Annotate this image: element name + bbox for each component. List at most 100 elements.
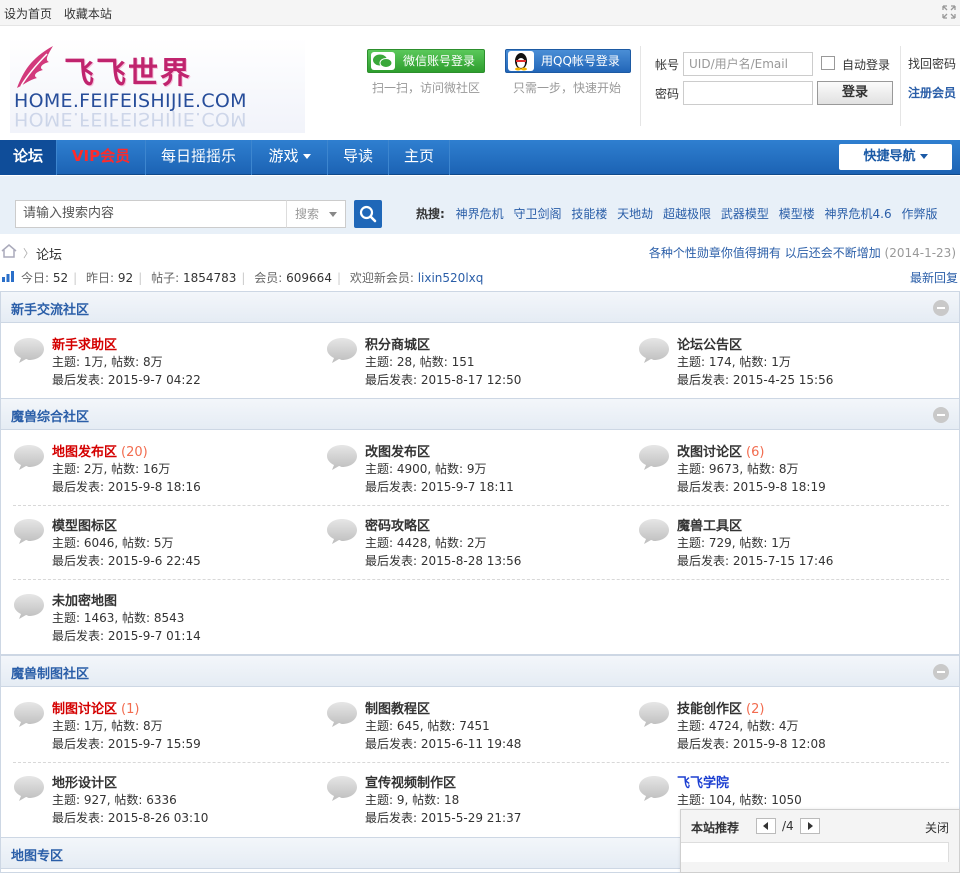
group-title[interactable]: 魔兽综合社区	[11, 406, 89, 425]
forum-item[interactable]: 地图发布区 (20) 主题: 2万, 帖数: 16万 最后发表: 2015-9-8 1…	[12, 441, 312, 501]
row-divider	[13, 579, 949, 580]
group-title[interactable]: 新手交流社区	[11, 299, 89, 318]
forum-item[interactable]: 宣传视频制作区 主题: 9, 帖数: 18 最后发表: 2015-5-29 21:3…	[325, 772, 625, 832]
forum-name[interactable]: 新手求助区	[52, 334, 117, 353]
hot-search-word[interactable]: 守卫剑阁	[513, 207, 561, 221]
forum-name[interactable]: 未加密地图	[52, 590, 117, 609]
auto-login-label[interactable]: 自动登录	[842, 56, 890, 73]
wechat-login-button[interactable]: 微信账号登录	[367, 49, 485, 73]
hot-search-word[interactable]: 模型楼	[779, 207, 815, 221]
forum-item[interactable]: 改图发布区 主题: 4900, 帖数: 9万 最后发表: 2015-9-7 18:1…	[325, 441, 625, 501]
forum-name[interactable]: 宣传视频制作区	[365, 772, 456, 791]
forum-name[interactable]: 改图讨论区 (6)	[677, 441, 764, 460]
forum-name[interactable]: 技能创作区 (2)	[677, 698, 764, 717]
hot-search-word[interactable]: 天地劫	[617, 207, 653, 221]
next-button[interactable]	[800, 818, 820, 834]
hot-search-word[interactable]: 作弊版	[901, 207, 937, 221]
hot-search-word[interactable]: 技能楼	[571, 207, 607, 221]
set-homepage-link[interactable]: 设为首页	[4, 7, 52, 21]
popup-close-button[interactable]: 关闭	[925, 819, 949, 836]
breadcrumb-current[interactable]: 论坛	[36, 244, 62, 263]
search-button[interactable]	[354, 200, 382, 228]
forum-item[interactable]: 制图教程区主题: 645, 帖数: 7451 最后发表: 2015-6-11 19…	[325, 698, 625, 758]
forum-last-post[interactable]: 最后发表: 2015-9-8 18:19	[677, 478, 826, 495]
hot-search-word[interactable]: 超越极限	[663, 207, 711, 221]
forum-item[interactable]: 积分商城区 主题: 28, 帖数: 151 最后发表: 2015-8-17 12:5…	[325, 334, 625, 394]
prev-button[interactable]	[756, 818, 776, 834]
forum-name[interactable]: 飞飞学院	[677, 772, 729, 791]
forum-name[interactable]: 魔兽工具区	[677, 515, 742, 534]
forum-item[interactable]: 技能创作区 (2) 主题: 4724, 帖数: 4万 最后发表: 2015-9-8 1…	[637, 698, 937, 758]
forum-name[interactable]: 地图发布区 (20)	[52, 441, 148, 460]
announcement[interactable]: 各种个性勋章你值得拥有 以后还会不断增加 (2014-1-23)	[649, 244, 956, 261]
forum-item[interactable]: 制图讨论区 (1) 主题: 1万, 帖数: 8万 最后发表: 2015-9-7 15:…	[12, 698, 312, 758]
forum-last-post[interactable]: 最后发表: 2015-9-7 04:22	[52, 371, 201, 388]
nav-home[interactable]: 主页	[389, 140, 450, 175]
hot-search-word[interactable]: 武器模型	[721, 207, 769, 221]
forum-item[interactable]: 新手求助区 主题: 1万, 帖数: 8万 最后发表: 2015-9-7 04:22	[12, 334, 312, 394]
search-icon	[359, 205, 377, 223]
group-title[interactable]: 魔兽制图社区	[11, 663, 89, 682]
forum-stats: 主题: 645, 帖数: 7451	[365, 719, 490, 733]
password-input[interactable]	[683, 81, 813, 105]
stat-posts-label: 帖子:	[151, 271, 180, 285]
stat-today-label: 今日:	[21, 271, 50, 285]
forum-item[interactable]: 论坛公告区 主题: 174, 帖数: 1万 最后发表: 2015-4-25 15:5…	[637, 334, 937, 394]
register-link[interactable]: 注册会员	[908, 84, 956, 101]
forum-last-post[interactable]: 最后发表: 2015-8-26 03:10	[52, 809, 208, 826]
collapse-icon[interactable]	[933, 300, 949, 316]
forum-name[interactable]: 制图教程区	[365, 698, 430, 717]
home-icon[interactable]	[1, 244, 17, 258]
collapse-icon[interactable]	[933, 664, 949, 680]
forum-last-post[interactable]: 最后发表: 2015-5-29 21:37	[365, 809, 521, 826]
forum-item[interactable]: 改图讨论区 (6) 主题: 9673, 帖数: 8万 最后发表: 2015-9-8 1…	[637, 441, 937, 501]
collapse-icon[interactable]	[933, 407, 949, 423]
forum-last-post[interactable]: 最后发表: 2015-9-6 22:45	[52, 552, 201, 569]
forum-name[interactable]: 制图讨论区 (1)	[52, 698, 139, 717]
forum-last-post[interactable]: 最后发表: 2015-8-17 12:50	[365, 371, 521, 388]
forum-last-post[interactable]: 最后发表: 2015-8-28 13:56	[365, 552, 521, 569]
forum-item[interactable]: 地形设计区 主题: 927, 帖数: 6336 最后发表: 2015-8-26 03…	[12, 772, 312, 832]
quick-nav-button[interactable]: 快捷导航	[839, 144, 952, 170]
forum-bubble-icon	[14, 445, 44, 470]
search-type-select[interactable]: 搜索	[286, 200, 346, 228]
new-member-link[interactable]: lixin520lxq	[418, 271, 484, 285]
login-button[interactable]: 登录	[817, 81, 893, 105]
auto-login-checkbox[interactable]	[821, 56, 835, 70]
nav-daily-shake[interactable]: 每日摇摇乐	[146, 140, 252, 175]
forgot-password-link[interactable]: 找回密码	[908, 55, 956, 72]
forum-item[interactable]: 魔兽工具区 主题: 729, 帖数: 1万 最后发表: 2015-7-15 17:4…	[637, 515, 937, 575]
forum-last-post[interactable]: 最后发表: 2015-9-7 15:59	[52, 735, 201, 752]
forum-last-post[interactable]: 最后发表: 2015-9-7 18:11	[365, 478, 514, 495]
forum-item[interactable]: 未加密地图 主题: 1463, 帖数: 8543 最后发表: 2015-9-7 01…	[12, 590, 312, 650]
account-input[interactable]: UID/用户名/Email	[683, 52, 813, 76]
nav-forum[interactable]: 论坛	[0, 140, 57, 175]
hot-search-word[interactable]: 神界危机	[456, 207, 504, 221]
qq-login-button[interactable]: 用QQ帐号登录	[505, 49, 631, 73]
site-logo[interactable]: 飞飞世界 HOME.FEIFEISHIJIE.COM HOME.FEIFEISH…	[10, 38, 305, 133]
nav-guide[interactable]: 导读	[328, 140, 389, 175]
forum-name-text: 飞飞学院	[677, 776, 730, 791]
forum-item[interactable]: 模型图标区 主题: 6046, 帖数: 5万 最后发表: 2015-9-6 22:4…	[12, 515, 312, 575]
forum-name[interactable]: 改图发布区	[365, 441, 430, 460]
forum-item[interactable]: 密码攻略区 主题: 4428, 帖数: 2万 最后发表: 2015-8-28 13:…	[325, 515, 625, 575]
forum-name[interactable]: 论坛公告区	[677, 334, 742, 353]
forum-last-post[interactable]: 最后发表: 2015-4-25 15:56	[677, 371, 833, 388]
search-input[interactable]: 请输入搜索内容	[15, 200, 287, 228]
forum-name[interactable]: 地形设计区	[52, 772, 117, 791]
nav-games[interactable]: 游戏	[252, 140, 328, 175]
forum-last-post[interactable]: 最后发表: 2015-9-8 18:16	[52, 478, 201, 495]
forum-name[interactable]: 模型图标区	[52, 515, 117, 534]
favorite-link[interactable]: 收藏本站	[64, 7, 112, 21]
latest-reply-link[interactable]: 最新回复	[910, 269, 958, 286]
forum-last-post[interactable]: 最后发表: 2015-7-15 17:46	[677, 552, 833, 569]
forum-last-post[interactable]: 最后发表: 2015-9-7 01:14	[52, 627, 201, 644]
forum-name[interactable]: 密码攻略区	[365, 515, 430, 534]
nav-vip[interactable]: VIP会员	[57, 140, 146, 175]
forum-last-post[interactable]: 最后发表: 2015-9-8 12:08	[677, 735, 826, 752]
forum-name[interactable]: 积分商城区	[365, 334, 430, 353]
forum-last-post[interactable]: 最后发表: 2015-6-11 19:48	[365, 735, 521, 752]
expand-icon[interactable]	[942, 5, 956, 19]
group-title[interactable]: 地图专区	[11, 845, 63, 864]
hot-search-word[interactable]: 神界危机4.6	[825, 207, 892, 221]
